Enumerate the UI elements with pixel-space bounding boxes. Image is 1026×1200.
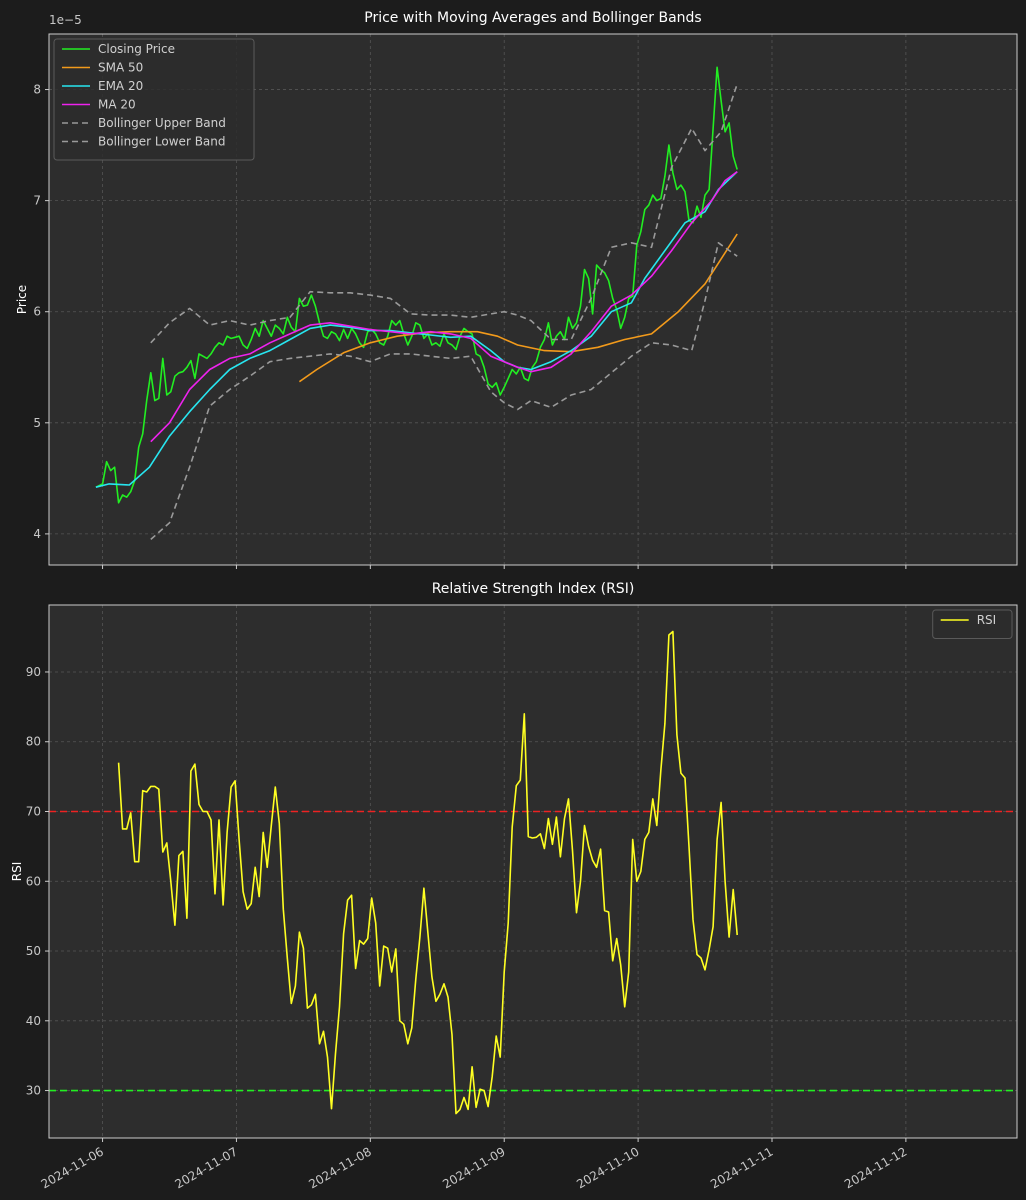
bollinger-upper-band-legend-label: Bollinger Upper Band (98, 116, 226, 130)
figure: Price with Moving Averages and Bollinger… (0, 0, 1026, 1200)
rsi-y-tick-label: 40 (26, 1014, 41, 1028)
rsi-y-tick-label: 30 (26, 1084, 41, 1098)
rsi-chart-title: Relative Strength Index (RSI) (432, 581, 635, 597)
rsi-y-tick-label: 50 (26, 944, 41, 958)
ma-20-legend-label: MA 20 (98, 98, 136, 112)
price-legend: Closing Price SMA 50 EMA 20 MA 20 Bollinger … (53, 38, 255, 161)
price-chart-title: Price with Moving Averages and Bollinger… (364, 10, 701, 26)
closing-price-legend-label: Closing Price (98, 42, 175, 56)
rsi-y-tick-label: 90 (26, 665, 41, 679)
rsi-legend: RSI (932, 609, 1013, 639)
rsi-legend-box (932, 609, 1013, 639)
rsi-chart: Relative Strength Index (RSI) RSI 30 40 50… (10, 581, 1018, 1191)
price-y-tick-label: 4 (33, 527, 41, 541)
price-y-tick-label: 8 (33, 83, 41, 97)
rsi-plot-area (49, 605, 1017, 1138)
rsi-legend-label: RSI (977, 613, 997, 627)
ema-20-legend-label: EMA 20 (98, 79, 143, 93)
bollinger-lower-band-legend-label: Bollinger Lower Band (98, 135, 226, 149)
rsi-y-tick-label: 80 (26, 735, 41, 749)
sma-50-legend-label: SMA 50 (98, 61, 143, 75)
rsi-y-axis-label: RSI (10, 862, 24, 882)
price-axis-offset-text: 1e−5 (49, 13, 82, 27)
price-y-tick-label: 5 (33, 416, 41, 430)
price-y-tick-label: 6 (33, 305, 41, 319)
price-chart: Price with Moving Averages and Bollinger… (15, 10, 1018, 569)
rsi-y-tick-label: 70 (26, 805, 41, 819)
price-y-tick-label: 7 (33, 194, 41, 208)
price-y-axis-label: Price (15, 285, 29, 314)
rsi-y-tick-label: 60 (26, 874, 41, 888)
